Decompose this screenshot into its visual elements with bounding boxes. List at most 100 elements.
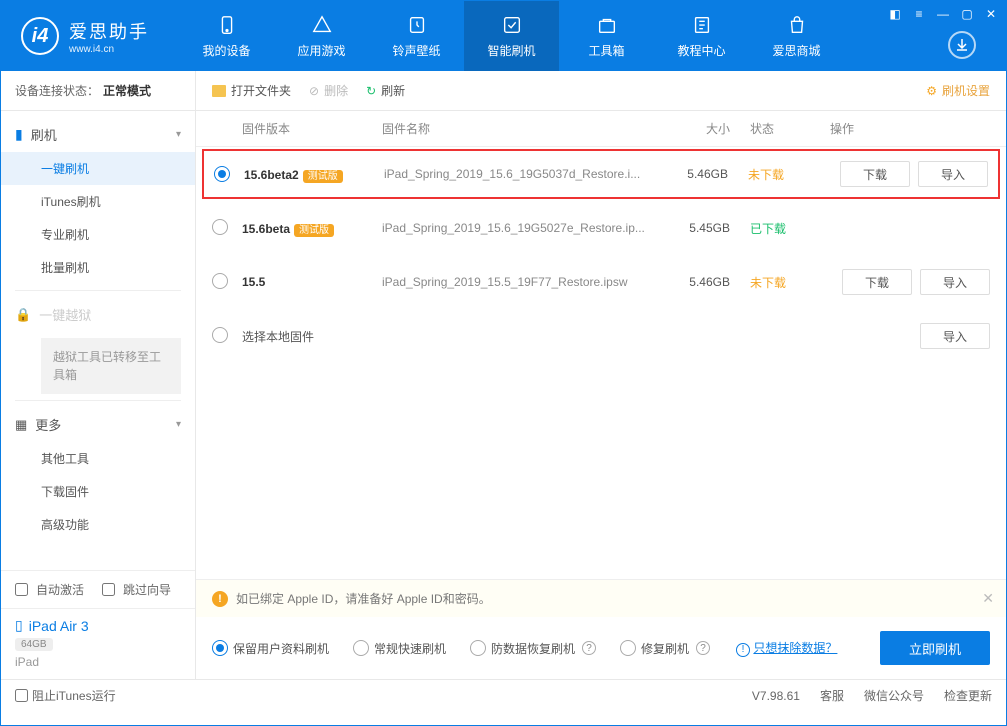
delete-button[interactable]: ⊘ 删除: [309, 82, 348, 99]
topnav-2[interactable]: 铃声壁纸: [369, 1, 464, 71]
erase-data-link[interactable]: 只想抹除数据？: [753, 641, 837, 655]
firmware-name: iPad_Spring_2019_15.6_19G5037d_Restore.i…: [384, 167, 668, 181]
grid-icon: ▦: [15, 417, 27, 433]
firmware-name: iPad_Spring_2019_15.5_19F77_Restore.ipsw: [382, 275, 670, 289]
menu-icon[interactable]: ≡: [912, 7, 926, 21]
statusbar: 阻止iTunes运行 V7.98.61 客服 微信公众号 检查更新: [1, 679, 1006, 711]
option-radio[interactable]: [212, 640, 228, 656]
sidebar-group-flash[interactable]: ▮ 刷机 ▾: [1, 117, 195, 152]
option-radio[interactable]: [353, 640, 369, 656]
table-header: 固件版本 固件名称 大小 状态 操作: [196, 111, 1006, 147]
download-button[interactable]: 下载: [840, 161, 910, 187]
gear-icon: ⚙: [926, 84, 937, 98]
block-itunes-label: 阻止iTunes运行: [32, 687, 116, 704]
refresh-icon: ↻: [366, 84, 376, 98]
skin-icon[interactable]: ◧: [888, 7, 902, 21]
sidebar-more-label: 更多: [35, 415, 61, 434]
help-icon[interactable]: ?: [582, 641, 596, 655]
firmware-radio[interactable]: [212, 327, 228, 343]
local-firmware-row: 选择本地固件 导入: [196, 309, 1006, 363]
topnav-3[interactable]: 智能刷机: [464, 1, 559, 71]
chevron-down-icon: ▾: [176, 419, 181, 430]
refresh-button[interactable]: ↻ 刷新: [366, 82, 405, 99]
skip-guide-checkbox[interactable]: [102, 583, 115, 596]
option-radio[interactable]: [470, 640, 486, 656]
flash-option-2[interactable]: 防数据恢复刷机?: [470, 640, 596, 657]
sidebar-item-0[interactable]: 一键刷机: [1, 152, 195, 185]
nav-icon: [786, 14, 808, 36]
topnav-5[interactable]: 教程中心: [654, 1, 749, 71]
nav-icon: [311, 14, 333, 36]
header-status: 状态: [750, 120, 830, 137]
info-icon[interactable]: !: [736, 643, 750, 657]
flash-now-button[interactable]: 立即刷机: [880, 631, 990, 665]
logo-icon: i4: [21, 17, 59, 55]
maximize-icon[interactable]: ▢: [960, 7, 974, 21]
conn-label: 设备连接状态：: [15, 82, 99, 99]
import-button[interactable]: 导入: [920, 323, 990, 349]
sidebar-more-item-0[interactable]: 其他工具: [1, 442, 195, 475]
firmware-radio[interactable]: [212, 219, 228, 235]
sidebar-group-more[interactable]: ▦ 更多 ▾: [1, 407, 195, 442]
warning-icon: !: [212, 591, 228, 607]
sidebar-more-item-2[interactable]: 高级功能: [1, 508, 195, 541]
close-warning-icon[interactable]: ✕: [982, 590, 994, 607]
sidebar-item-1[interactable]: iTunes刷机: [1, 185, 195, 218]
window-controls: ◧ ≡ — ▢ ✕: [888, 7, 998, 21]
beta-badge: 测试版: [294, 224, 334, 237]
sidebar-jailbreak-label: 一键越狱: [39, 305, 91, 324]
folder-icon: [212, 85, 226, 97]
check-update-link[interactable]: 检查更新: [944, 687, 992, 704]
device-icon: ▯: [15, 617, 23, 634]
topnav-1[interactable]: 应用游戏: [274, 1, 369, 71]
sidebar-more-item-1[interactable]: 下载固件: [1, 475, 195, 508]
customer-service-link[interactable]: 客服: [820, 687, 844, 704]
block-itunes-checkbox[interactable]: [15, 689, 28, 702]
sidebar-jailbreak: 🔒 一键越狱: [1, 297, 195, 332]
phone-icon: ▮: [15, 126, 23, 143]
topnav-0[interactable]: 我的设备: [179, 1, 274, 71]
connection-status: 设备连接状态： 正常模式: [1, 71, 195, 111]
nav-icon: [691, 14, 713, 36]
topnav-4[interactable]: 工具箱: [559, 1, 654, 71]
nav-icon: [406, 14, 428, 36]
firmware-status: 未下载: [750, 274, 830, 291]
delete-icon: ⊘: [309, 84, 319, 98]
device-info: ▯ iPad Air 3 64GB iPad: [1, 608, 195, 679]
wechat-link[interactable]: 微信公众号: [864, 687, 924, 704]
app-logo: i4 爱思助手 www.i4.cn: [1, 17, 169, 55]
firmware-version: 15.6beta2: [244, 168, 299, 182]
sidebar-item-2[interactable]: 专业刷机: [1, 218, 195, 251]
firmware-version: 15.5: [242, 275, 265, 289]
header-version: 固件版本: [242, 120, 382, 137]
sidebar-item-3[interactable]: 批量刷机: [1, 251, 195, 284]
download-manager-icon[interactable]: [948, 31, 976, 59]
close-icon[interactable]: ✕: [984, 7, 998, 21]
skip-guide-label: 跳过向导: [123, 581, 171, 598]
warning-bar: ! 如已绑定 Apple ID，请准备好 Apple ID和密码。 ✕: [196, 580, 1006, 617]
main-panel: 打开文件夹 ⊘ 删除 ↻ 刷新 ⚙ 刷机设置 固件版本 固件名称 大小 状态 操…: [196, 71, 1006, 679]
topnav-6[interactable]: 爱思商城: [749, 1, 844, 71]
firmware-radio[interactable]: [214, 166, 230, 182]
import-button[interactable]: 导入: [920, 269, 990, 295]
device-name: iPad Air 3: [29, 618, 89, 634]
auto-activate-label: 自动激活: [36, 581, 84, 598]
flash-options: 保留用户资料刷机 常规快速刷机 防数据恢复刷机? 修复刷机?! 只想抹除数据？ 立即刷机: [196, 617, 1006, 679]
flash-option-0[interactable]: 保留用户资料刷机: [212, 640, 329, 657]
firmware-size: 5.46GB: [668, 167, 748, 181]
open-folder-button[interactable]: 打开文件夹: [212, 82, 291, 99]
minimize-icon[interactable]: —: [936, 7, 950, 21]
toolbar: 打开文件夹 ⊘ 删除 ↻ 刷新 ⚙ 刷机设置: [196, 71, 1006, 111]
firmware-version: 15.6beta: [242, 222, 290, 236]
firmware-size: 5.45GB: [670, 221, 750, 235]
flash-settings-button[interactable]: ⚙ 刷机设置: [926, 82, 990, 99]
import-button[interactable]: 导入: [918, 161, 988, 187]
option-radio[interactable]: [620, 640, 636, 656]
help-icon[interactable]: ?: [696, 641, 710, 655]
download-button[interactable]: 下载: [842, 269, 912, 295]
firmware-row: 15.6beta2测试版iPad_Spring_2019_15.6_19G503…: [202, 149, 1000, 199]
flash-option-1[interactable]: 常规快速刷机: [353, 640, 446, 657]
firmware-radio[interactable]: [212, 273, 228, 289]
flash-option-3[interactable]: 修复刷机?: [620, 640, 710, 657]
auto-activate-checkbox[interactable]: [15, 583, 28, 596]
